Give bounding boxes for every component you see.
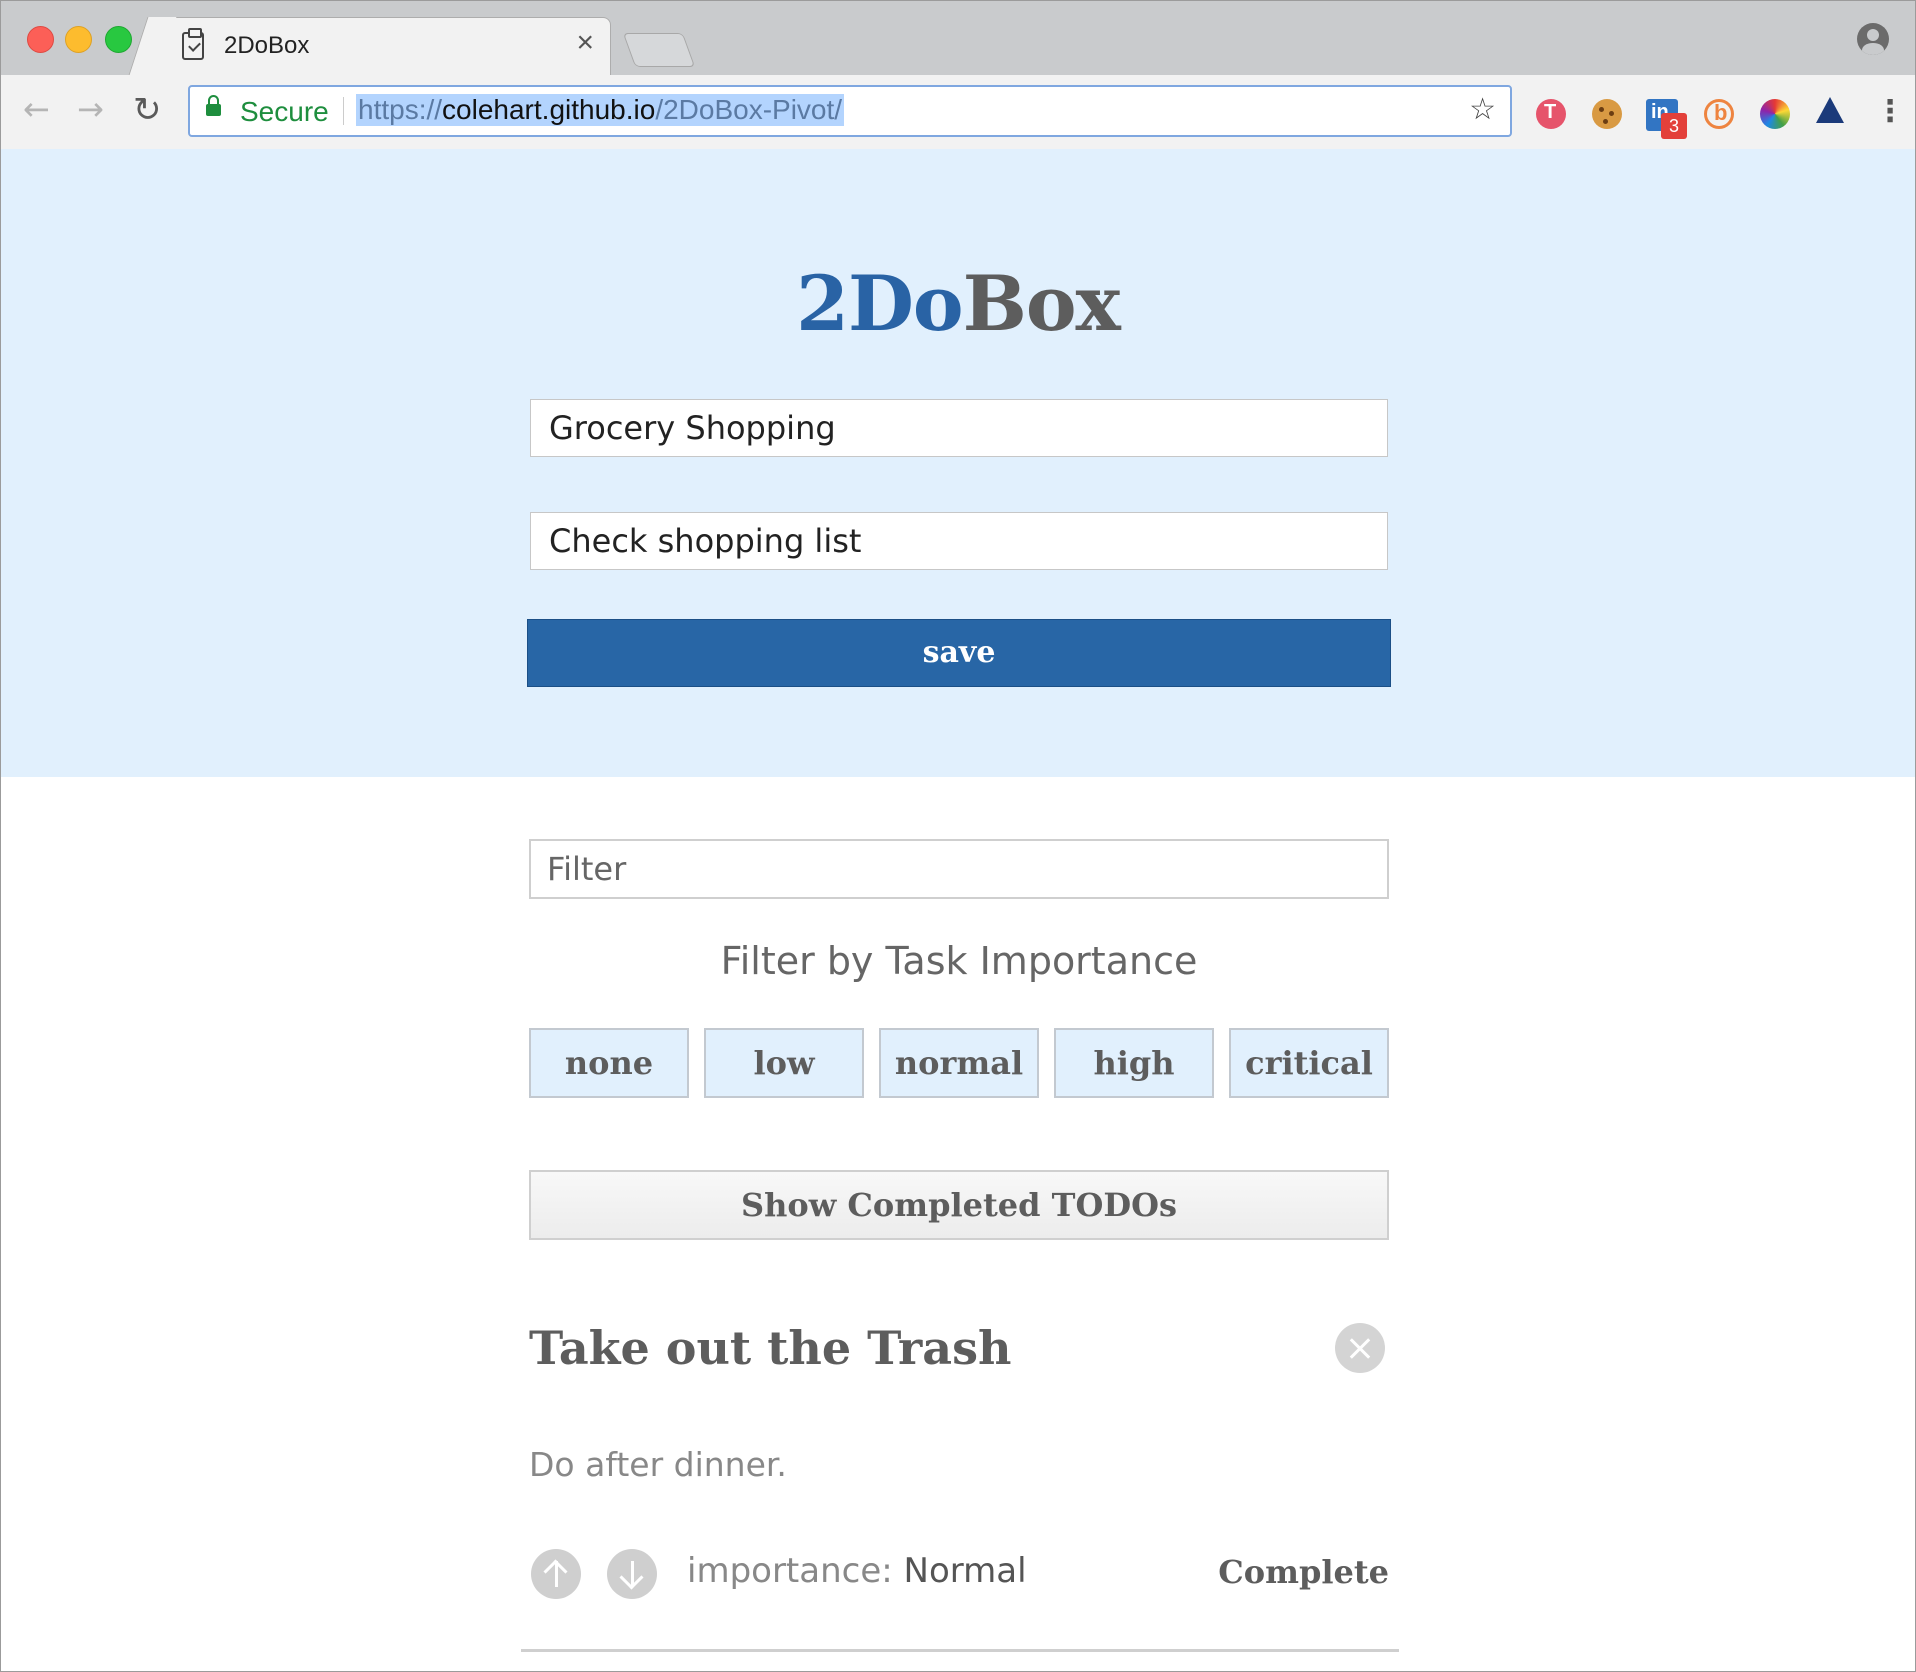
lock-icon [206, 95, 221, 116]
importance-normal-button[interactable]: normal [879, 1028, 1039, 1098]
address-bar[interactable]: Secure https://colehart.github.io/2DoBox… [188, 85, 1512, 137]
page-title: 2DoBox [1, 259, 1915, 348]
bookmark-star-icon[interactable]: ☆ [1469, 92, 1496, 127]
close-window-button[interactable] [27, 26, 54, 53]
todo-title[interactable]: Take out the Trash [529, 1321, 1011, 1375]
title-part-2: Box [962, 259, 1121, 348]
profile-icon[interactable] [1857, 23, 1889, 55]
todo-body[interactable]: Do after dinner. [529, 1445, 787, 1484]
back-arrow-icon[interactable]: ← [23, 93, 50, 125]
importance-low-button[interactable]: low [704, 1028, 864, 1098]
clipboard-icon [182, 32, 204, 60]
task-body-input[interactable]: Check shopping list [530, 512, 1388, 570]
todo-card: Take out the Trash Do after dinner. impo… [521, 1309, 1399, 1669]
card-divider [521, 1649, 1399, 1652]
importance-none-button[interactable]: none [529, 1028, 689, 1098]
reload-icon[interactable]: ↻ [133, 93, 162, 127]
secure-label: Secure [240, 96, 329, 127]
downvote-arrow-icon[interactable] [607, 1549, 657, 1599]
kebab-menu-icon[interactable]: ⋮ [1875, 97, 1905, 127]
page-content: 2DoBox Grocery Shopping Check shopping l… [1, 149, 1915, 1671]
tab-bar: 2DoBox × [1, 1, 1915, 76]
extension-t-icon[interactable] [1536, 99, 1566, 129]
url-host: colehart.github.io [442, 94, 656, 125]
cookie-extension-icon[interactable] [1592, 99, 1622, 129]
browser-toolbar: ← → ↻ Secure https://colehart.github.io/… [1, 75, 1915, 150]
show-completed-button[interactable]: Show Completed TODOs [529, 1170, 1389, 1240]
maximize-window-button[interactable] [105, 26, 132, 53]
tab-2dobox[interactable]: 2DoBox × [151, 17, 611, 76]
axe-extension-icon[interactable] [1816, 97, 1844, 123]
title-part-1: 2Do [796, 259, 963, 348]
importance-high-button[interactable]: high [1054, 1028, 1214, 1098]
delete-icon[interactable] [1335, 1323, 1385, 1373]
importance-value: Normal [903, 1551, 1027, 1591]
url-scheme: https:// [358, 94, 443, 125]
todo-form-section: 2DoBox Grocery Shopping Check shopping l… [1, 149, 1915, 777]
upvote-arrow-icon[interactable] [531, 1549, 581, 1599]
color-wheel-extension-icon[interactable] [1760, 99, 1790, 129]
filter-input[interactable]: Filter [529, 839, 1389, 899]
url-path: /2DoBox-Pivot/ [655, 94, 843, 125]
forward-arrow-icon[interactable]: → [77, 93, 104, 125]
importance-readout: importance: Normal [687, 1551, 1027, 1591]
url-text[interactable]: https://colehart.github.io/2DoBox-Pivot/ [356, 94, 845, 126]
importance-critical-button[interactable]: critical [1229, 1028, 1389, 1098]
filter-heading: Filter by Task Importance [720, 939, 1198, 983]
browser-window: 2DoBox × ← → ↻ Secure https://colehart.g… [0, 0, 1916, 1672]
new-tab-button[interactable] [622, 33, 696, 67]
task-title-input[interactable]: Grocery Shopping [530, 399, 1388, 457]
minimize-window-button[interactable] [65, 26, 92, 53]
complete-button[interactable]: Complete [1218, 1553, 1389, 1591]
tab-title: 2DoBox [224, 32, 310, 59]
save-button[interactable]: save [527, 619, 1391, 687]
tab-close-icon[interactable]: × [576, 26, 594, 59]
extension-badge: 3 [1661, 113, 1687, 139]
address-divider [343, 97, 344, 125]
b-extension-icon[interactable] [1704, 99, 1734, 129]
importance-label: importance: [687, 1551, 893, 1591]
